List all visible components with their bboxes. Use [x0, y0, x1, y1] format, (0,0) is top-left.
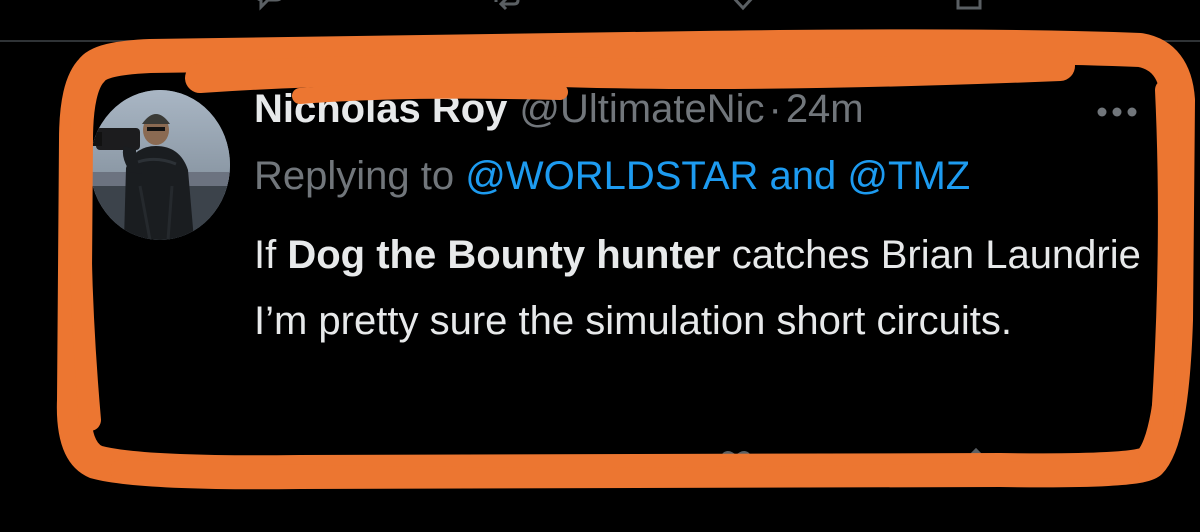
- display-name[interactable]: Nicholas Roy: [254, 87, 507, 131]
- replying-to: Replying to @WORLDSTAR and @TMZ: [254, 150, 970, 202]
- tweet-actions: 13: [0, 446, 1200, 486]
- tweet[interactable]: Nicholas Roy @UltimateNic · 24m Replying to…: [0, 42, 1200, 462]
- tweet-text-start: If: [254, 233, 288, 277]
- screenshot-stage: Nicholas Roy @UltimateNic · 24m Replying to…: [0, 0, 1200, 532]
- tweet-text-bold: Dog the Bounty hunter: [287, 233, 721, 277]
- like-icon[interactable]: [718, 446, 754, 482]
- avatar[interactable]: [90, 90, 230, 240]
- mention-worldstar[interactable]: @WORLDSTAR: [465, 154, 758, 198]
- retweet-icon[interactable]: [500, 446, 536, 482]
- mention-tmz[interactable]: @TMZ: [847, 154, 970, 198]
- tweet-header: Nicholas Roy @UltimateNic · 24m: [254, 84, 864, 134]
- replying-to-label: Replying to: [254, 154, 466, 198]
- timestamp[interactable]: 24m: [786, 87, 864, 131]
- like-icon[interactable]: [726, 0, 760, 12]
- reply-icon[interactable]: [252, 0, 286, 12]
- more-options-button[interactable]: [1094, 100, 1140, 124]
- share-icon[interactable]: [952, 0, 986, 12]
- mention-conjunction[interactable]: and: [758, 154, 847, 198]
- avatar-photo-icon: [90, 90, 230, 240]
- share-icon[interactable]: [958, 446, 994, 482]
- ellipsis-icon: [1097, 107, 1137, 117]
- retweet-icon[interactable]: [492, 0, 526, 12]
- tweet-text: If Dog the Bounty hunter catches Brian L…: [254, 222, 1144, 354]
- like-count: 13: [752, 450, 777, 475]
- previous-tweet-actions: [0, 0, 1200, 12]
- user-handle[interactable]: @UltimateNic: [519, 87, 764, 131]
- separator-dot: ·: [768, 87, 782, 131]
